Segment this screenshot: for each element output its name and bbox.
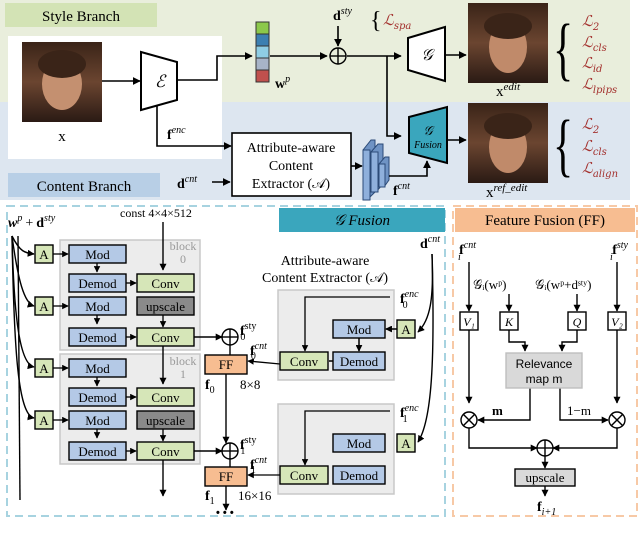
extractor-demod-box-label: Demod <box>340 468 379 483</box>
v1-label: V₁ <box>463 315 475 329</box>
generator-input-label: wp + dsty <box>8 213 56 231</box>
brace-edit: { <box>553 11 573 87</box>
ellipsis: • • • <box>216 507 234 519</box>
brace-ref: { <box>553 107 573 183</box>
extractor-title-2: Content Extractor (𝒜) <box>262 271 388 286</box>
v2-label: V₂ <box>611 315 623 329</box>
extractor-mod-box-label: Mod <box>347 322 372 337</box>
wp-vector-cell <box>255 21 270 35</box>
resolution-8: 8×8 <box>240 377 260 392</box>
f1-sty-label: fsty 1 <box>240 435 256 457</box>
wp-vector-cell <box>255 45 270 59</box>
ff-box-1-label: FF <box>219 469 233 484</box>
conv-box-label: Conv <box>151 276 180 291</box>
demod-box-label: Demod <box>78 330 117 345</box>
a-box-label: A <box>39 247 49 262</box>
demod-box-label: Demod <box>78 444 117 459</box>
encoder-symbol: ℰ <box>155 72 167 91</box>
f0-sty-label: fsty 0 <box>240 321 256 343</box>
ff-value-boxes: V₁ K Q V₂ <box>459 311 627 331</box>
f0-cnt-label: fcnt 0 <box>250 341 267 362</box>
f1-enc-label: fenc 1 <box>400 403 419 425</box>
mod-box-label: Mod <box>85 361 110 376</box>
ff-upscale-label: upscale <box>526 470 565 485</box>
f1-label: f1 <box>205 489 215 507</box>
demod-box-label: Demod <box>78 276 117 291</box>
block-0-label: block <box>170 239 197 253</box>
mod-box-label: Mod <box>85 247 110 262</box>
conv-box-label: Conv <box>151 330 180 345</box>
wp-vector-cell <box>255 57 270 71</box>
edited-image <box>468 3 548 83</box>
wp-vector-cell <box>255 69 270 83</box>
relevance-label-1: Relevance <box>516 357 573 371</box>
architecture-diagram: Style Branch Content Branch x ℰ wp dsty … <box>0 0 638 519</box>
m-label: m <box>492 403 503 418</box>
extractor-line-2: Content <box>269 159 313 174</box>
extractor-conv-box-label: Conv <box>290 468 319 483</box>
extractor-line-3: Extractor (𝒜) <box>252 177 330 192</box>
add-operator <box>329 47 347 65</box>
relevance-label-2: map m <box>526 372 563 386</box>
demod-box-label: Demod <box>78 390 117 405</box>
extractor-a-box-label: A <box>401 436 411 451</box>
fusion-generator-label: Fusion <box>413 140 442 151</box>
extractor-line-1: Attribute-aware <box>247 141 336 156</box>
multiply-left <box>460 411 478 429</box>
block-1-label: block <box>170 354 197 368</box>
content-extractor-blocks: Mod Demod Conv Afenc 0 fcnt 0 Mod Demod Conv Afenc… <box>247 289 419 495</box>
content-branch-label: Content Branch <box>37 179 132 195</box>
block-0-index: 0 <box>180 252 186 266</box>
reference-edited-image <box>468 103 548 183</box>
ff-query-source: 𝒢ᵢ(wᵖ+dˢᵗʸ) <box>535 277 591 292</box>
resolution-16: 16×16 <box>238 488 272 503</box>
extractor-mod-box-label: Mod <box>347 436 372 451</box>
extractor-conv-box-label: Conv <box>290 354 319 369</box>
f0-label: f0 <box>205 378 215 396</box>
fusion-add-1 <box>221 442 239 460</box>
ff-add <box>536 439 554 457</box>
upscale-box-label: upscale <box>146 299 185 314</box>
wp-latent-vector <box>255 21 270 83</box>
fusion-title: 𝒢 Fusion <box>334 213 390 229</box>
a-box-label: A <box>39 413 49 428</box>
a-box-label: A <box>39 361 49 376</box>
extractor-demod-box-label: Demod <box>340 354 379 369</box>
mod-box-label: Mod <box>85 299 110 314</box>
ff-key-source: 𝒢ᵢ(wᵖ) <box>473 277 506 292</box>
wp-vector-cell <box>255 33 270 47</box>
input-label: x <box>58 129 66 145</box>
one-minus-m-label: 1−m <box>567 403 591 418</box>
generator-layer-rows: A Mod Demod Conv A Mod upscale Demod Conv A Mod Dem… <box>34 244 195 461</box>
conv-box-label: Conv <box>151 444 180 459</box>
input-fan-lines <box>11 235 35 501</box>
extractor-title-1: Attribute-aware <box>281 254 370 269</box>
const-input-label: const 4×4×512 <box>120 206 192 220</box>
k-label: K <box>504 315 514 329</box>
f1-cnt-label: fcnt 1 <box>250 455 267 476</box>
fusion-d-cnt-label: dcnt <box>420 234 440 252</box>
input-image <box>22 42 102 122</box>
conv-box-label: Conv <box>151 390 180 405</box>
a-box-label: A <box>39 299 49 314</box>
ff-f-cnt-label: fcnt i <box>458 240 476 263</box>
multiply-right <box>608 411 626 429</box>
brace-spa: { <box>370 8 382 34</box>
q-label: Q <box>573 315 582 329</box>
block-1-index: 1 <box>180 367 186 381</box>
upscale-box-label: upscale <box>146 413 185 428</box>
mod-box-label: Mod <box>85 413 110 428</box>
f0-enc-label: fenc 0 <box>400 289 419 311</box>
ff-box-0-label: FF <box>219 357 233 372</box>
fusion-add-0 <box>221 328 239 346</box>
extractor-a-box-label: A <box>401 322 411 337</box>
ff-f-sty-label: fsty i <box>610 240 629 263</box>
style-branch-label: Style Branch <box>42 9 120 25</box>
ff-title: Feature Fusion (FF) <box>485 213 605 229</box>
